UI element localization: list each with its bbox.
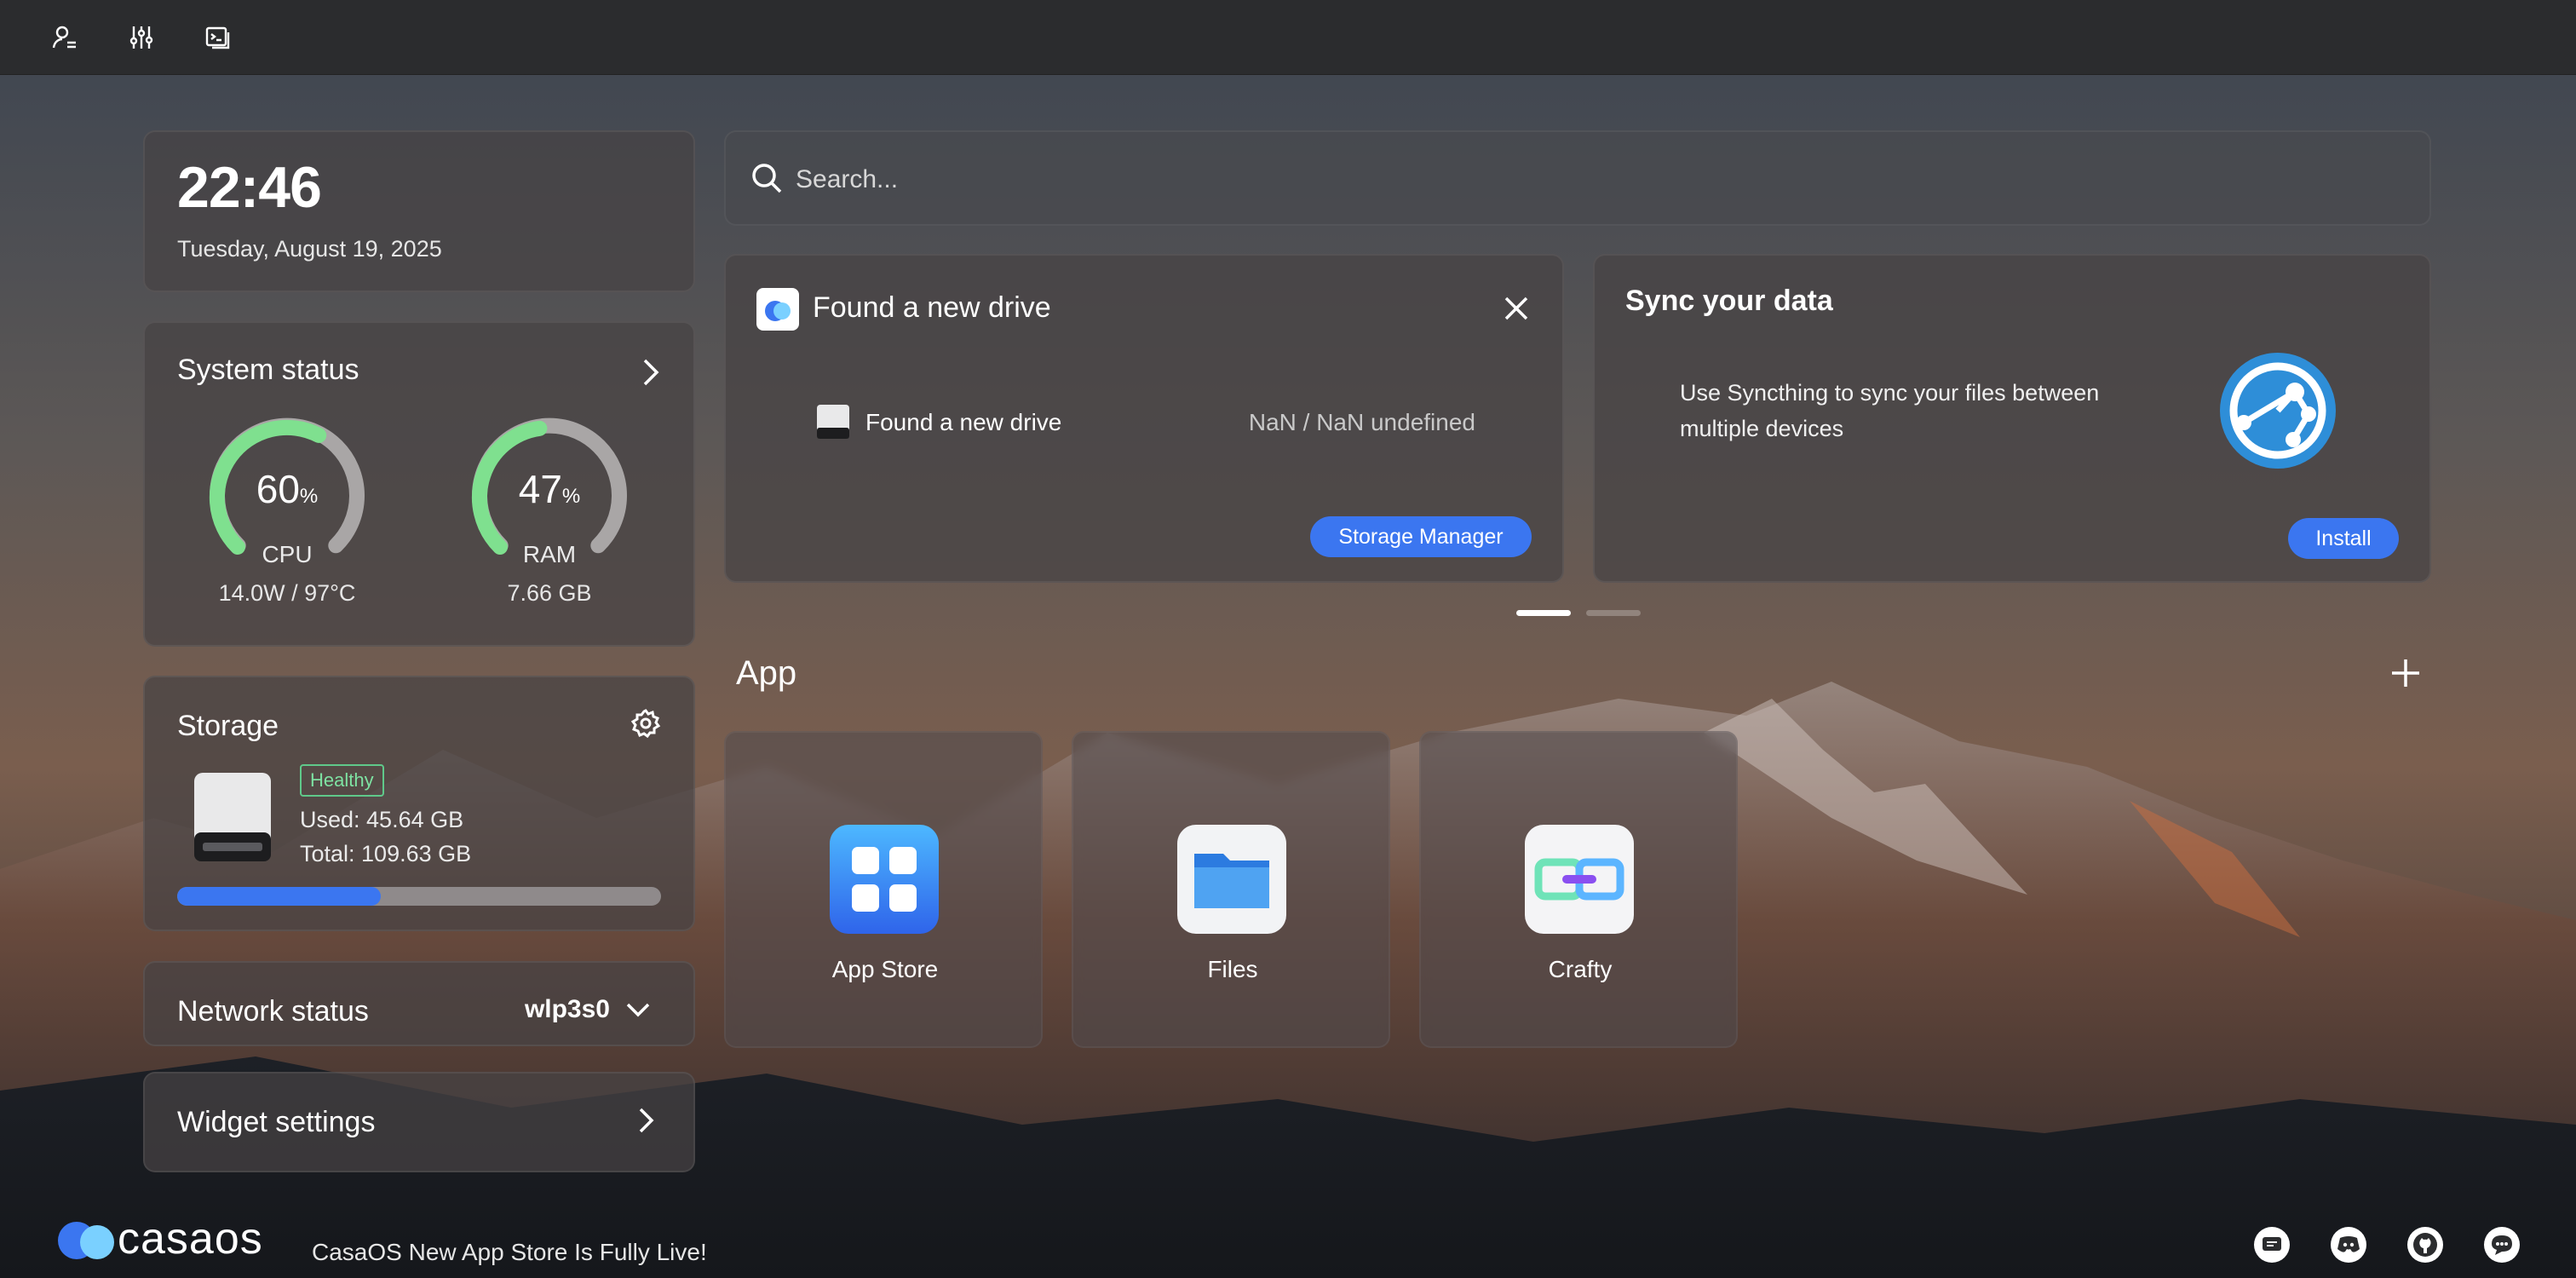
carousel-dot-1[interactable]: [1516, 610, 1571, 616]
system-status-title: System status: [177, 354, 359, 386]
search-bar[interactable]: [724, 130, 2431, 226]
widget-settings-title: Widget settings: [177, 1106, 376, 1138]
storage-total: Total: 109.63 GB: [300, 841, 472, 866]
drive-item-icon: [816, 404, 850, 444]
clock-time: 22:46: [177, 155, 322, 220]
storage-progress-bar: [177, 887, 661, 906]
settings-sliders-icon[interactable]: [126, 22, 157, 53]
account-icon[interactable]: [49, 22, 80, 53]
network-status-title: Network status: [177, 995, 369, 1028]
status-badge: Healthy: [300, 764, 384, 797]
storage-title: Storage: [177, 710, 279, 742]
search-icon: [752, 164, 782, 193]
sync-card-text: Use Syncthing to sync your files between…: [1680, 380, 2100, 441]
storage-manager-button[interactable]: Storage Manager: [1310, 516, 1532, 557]
gear-icon[interactable]: [630, 708, 661, 743]
carousel-dot-2[interactable]: [1586, 610, 1641, 616]
drive-item-name: Found a new drive: [865, 409, 1062, 435]
clock-date: Tuesday, August 19, 2025: [177, 236, 442, 262]
cpu-label: CPU: [262, 541, 313, 567]
ram-label: RAM: [522, 541, 577, 567]
storage-card: Storage Healthy Used: 45.64 GB Total: 10…: [143, 676, 695, 931]
app-tile-crafty[interactable]: Crafty: [1419, 731, 1738, 1048]
chevron-right-icon[interactable]: [637, 1106, 656, 1139]
casaos-logo-icon: [58, 1222, 114, 1259]
app-label: App Store: [831, 956, 939, 982]
clock-card: 22:46 Tuesday, August 19, 2025: [143, 130, 695, 292]
crafty-icon: [1525, 825, 1634, 934]
cpu-detail: 14.0W / 97°C: [218, 580, 356, 606]
chevron-right-icon[interactable]: [641, 357, 661, 392]
app-label: Crafty: [1548, 956, 1613, 982]
app-tile-files[interactable]: Files: [1072, 731, 1390, 1048]
chat-icon[interactable]: [2484, 1227, 2520, 1263]
top-toolbar: [0, 0, 2576, 75]
chevron-down-icon[interactable]: [625, 1000, 651, 1023]
new-drive-card: Found a new drive Found a new drive NaN …: [724, 254, 1564, 583]
drive-item-size: NaN / NaN undefined: [1248, 409, 1475, 435]
drive-card-title: Found a new drive: [813, 291, 1051, 324]
cpu-gauge: 60% CPU 14.0W / 97°C: [206, 417, 368, 621]
ram-detail: 7.66 GB: [507, 580, 592, 606]
discord-icon[interactable]: [2331, 1227, 2366, 1263]
terminal-icon[interactable]: [203, 22, 233, 53]
widget-settings-card[interactable]: Widget settings: [143, 1072, 695, 1172]
ram-gauge: 47% RAM 7.66 GB: [469, 417, 630, 621]
app-section-title: App: [736, 654, 797, 692]
app-store-icon: [830, 825, 939, 934]
casaos-logo[interactable]: casaos: [53, 1213, 263, 1264]
folder-icon: [1177, 825, 1286, 934]
storage-progress-fill: [177, 887, 381, 906]
carousel-dots: [1516, 610, 1641, 616]
system-status-card: System status 60% CPU 14.0W / 97°C 47% R…: [143, 321, 695, 647]
github-icon[interactable]: [2407, 1227, 2443, 1263]
logo-text: casaos: [118, 1214, 263, 1264]
network-status-card[interactable]: Network status wlp3s0: [143, 961, 695, 1046]
cpu-value: 60%: [256, 467, 319, 511]
drive-icon: [191, 771, 274, 867]
add-app-icon[interactable]: [2390, 658, 2421, 693]
sync-data-card: Sync your data Use Syncthing to sync you…: [1593, 254, 2431, 583]
close-icon[interactable]: [1503, 295, 1530, 326]
feedback-icon[interactable]: [2254, 1227, 2290, 1263]
search-input[interactable]: [796, 161, 2397, 199]
app-tile-app-store[interactable]: App Store: [724, 731, 1043, 1048]
sync-card-title: Sync your data: [1625, 285, 1833, 317]
casaos-drive-icon: [756, 288, 799, 335]
syncthing-icon: [2218, 351, 2337, 475]
news-ticker[interactable]: CasaOS New App Store Is Fully Live!: [312, 1239, 707, 1266]
storage-used: Used: 45.64 GB: [300, 807, 464, 832]
network-interface: wlp3s0: [524, 995, 610, 1023]
ram-value: 47%: [518, 467, 581, 511]
bottom-links: [2254, 1227, 2520, 1263]
app-label: Files: [1207, 956, 1258, 982]
install-button[interactable]: Install: [2288, 518, 2399, 559]
